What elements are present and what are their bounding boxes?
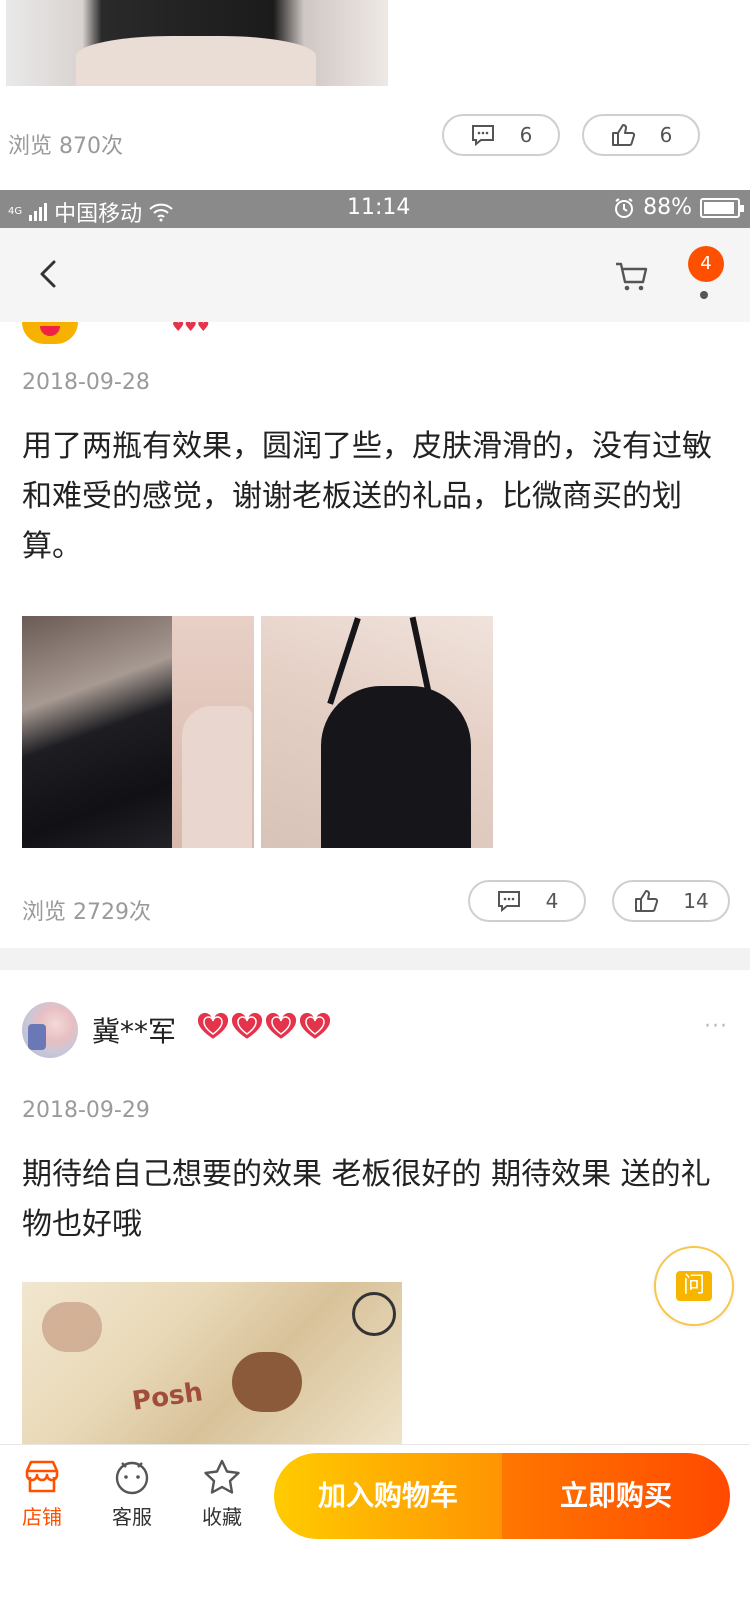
tab-favorite[interactable]: 收藏 <box>192 1457 252 1530</box>
review-date: 2018-09-29 <box>22 1098 150 1123</box>
view-count: 浏览 2729次 <box>22 900 151 925</box>
review-date: 2018-09-28 <box>22 370 150 395</box>
bottom-safe-area <box>0 1540 750 1614</box>
view-count: 浏览 870次 <box>8 134 123 159</box>
like-count: 6 <box>659 123 673 147</box>
network-type: 4G <box>8 206 23 217</box>
thumbs-up-icon <box>611 124 635 146</box>
clock: 11:14 <box>347 195 411 220</box>
heart-icon <box>264 1012 298 1042</box>
thumbs-up-icon <box>635 890 659 912</box>
tab-favorite-label: 收藏 <box>202 1505 242 1529</box>
comment-icon <box>471 125 494 147</box>
more-dot[interactable] <box>700 291 708 299</box>
status-right: 88% <box>613 195 744 220</box>
buy-now-button[interactable]: 立即购买 <box>502 1453 730 1539</box>
more-options-icon[interactable]: ··· <box>704 1014 728 1039</box>
like-button[interactable]: 6 <box>582 114 700 156</box>
bottom-action-bar: 店铺 客服 收藏 加入购物车 立即购买 <box>0 1444 750 1540</box>
review-content: 期待给自己想要的效果 老板很好的 期待效果 送的礼物也好哦 <box>22 1157 711 1242</box>
tab-store-label: 店铺 <box>22 1505 62 1529</box>
reviewer-avatar[interactable] <box>22 322 78 344</box>
nav-bar: 4 <box>0 228 750 322</box>
wifi-icon <box>149 203 173 222</box>
review-photo[interactable] <box>22 616 254 848</box>
review-divider <box>0 948 750 970</box>
battery-percent: 88% <box>643 195 692 220</box>
comment-icon <box>497 891 520 913</box>
review-content: 用了两瓶有效果，圆润了些，皮肤滑滑的，没有过敏和难受的感觉，谢谢老板送的礼品，比… <box>22 429 712 564</box>
battery-icon <box>700 197 744 218</box>
store-icon <box>25 1460 59 1493</box>
add-to-cart-button[interactable]: 加入购物车 <box>274 1453 502 1539</box>
purchase-buttons: 加入购物车 立即购买 <box>274 1453 730 1539</box>
reviewer-level-hearts <box>196 1012 332 1042</box>
back-icon[interactable] <box>34 256 66 292</box>
heart-icon <box>298 1012 332 1042</box>
review-stats: 浏览 2729次 4 14 <box>0 880 750 940</box>
ask-icon: 问 <box>676 1271 712 1301</box>
tab-service[interactable]: 客服 <box>102 1457 162 1530</box>
reviewer-level-hearts: ♥♥♥ <box>172 322 210 332</box>
review-photo[interactable] <box>261 616 493 848</box>
heart-icon <box>230 1012 264 1042</box>
previous-review-stats: 浏览 870次 6 6 <box>0 114 750 174</box>
cart-badge[interactable]: 4 <box>688 246 724 282</box>
tab-store[interactable]: 店铺 <box>12 1457 72 1530</box>
customer-service-icon <box>115 1461 149 1495</box>
previous-review-photo[interactable] <box>6 0 388 86</box>
comment-button[interactable]: 6 <box>442 114 560 156</box>
cart-icon[interactable] <box>614 258 650 294</box>
reviewer-avatar[interactable] <box>22 1002 78 1058</box>
comment-button[interactable]: 4 <box>468 880 586 922</box>
carrier-name: 中国移动 <box>54 202 143 227</box>
like-button[interactable]: 14 <box>612 880 730 922</box>
carrier-info: 4G 中国移动 <box>8 196 174 228</box>
heart-icon <box>196 1012 230 1042</box>
photo-print-text: Posh <box>130 1377 205 1417</box>
signal-icon <box>29 203 48 221</box>
status-bar: 4G 中国移动 11:14 88% <box>0 190 750 228</box>
reviewer-name[interactable]: 冀**军 <box>92 1010 176 1050</box>
ask-question-button[interactable]: 问 <box>654 1246 734 1326</box>
star-icon <box>204 1459 240 1494</box>
tab-service-label: 客服 <box>112 1505 152 1529</box>
review-photo[interactable]: Posh <box>22 1282 402 1444</box>
comment-count: 4 <box>545 889 559 913</box>
alarm-icon <box>615 197 634 218</box>
comment-count: 6 <box>519 123 533 147</box>
like-count: 14 <box>683 889 709 913</box>
